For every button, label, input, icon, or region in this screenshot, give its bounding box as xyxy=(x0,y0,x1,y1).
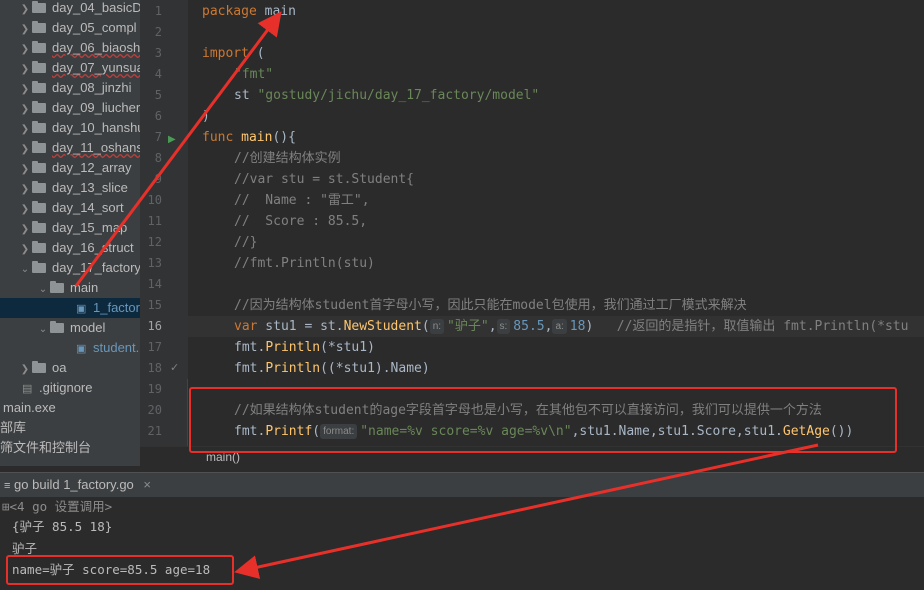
arrow-to-package xyxy=(74,11,282,287)
arrow-to-output xyxy=(234,443,819,579)
annotation-arrows xyxy=(74,11,819,579)
